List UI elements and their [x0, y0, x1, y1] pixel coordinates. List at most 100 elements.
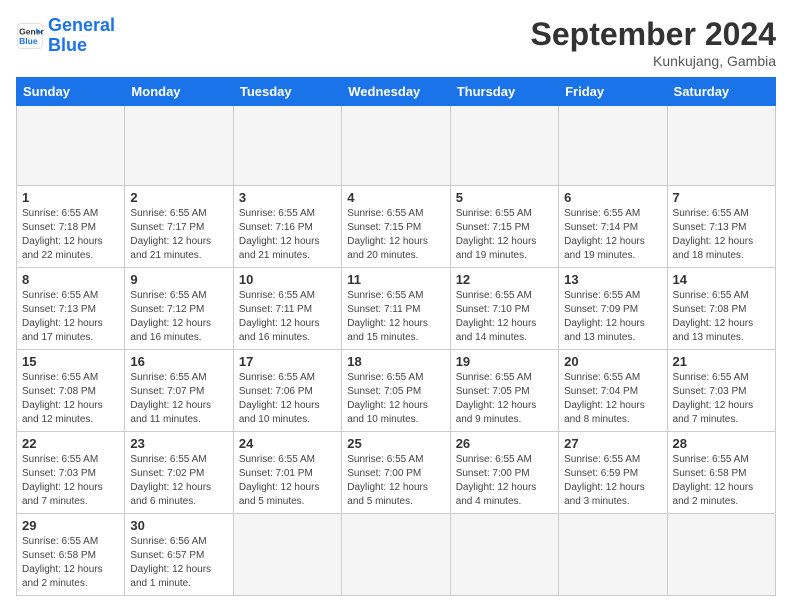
day-info: Sunrise: 6:55 AM Sunset: 7:03 PM Dayligh… — [673, 371, 770, 427]
day-cell: 12 Sunrise: 6:55 AM Sunset: 7:10 PM Dayli… — [450, 268, 558, 350]
week-row-0 — [17, 106, 776, 186]
page-header: General Blue GeneralBlue September 2024 … — [16, 16, 776, 69]
calendar-table: SundayMondayTuesdayWednesdayThursdayFrid… — [16, 77, 776, 596]
day-cell: 14Sunrise: 6:55 AM Sunset: 7:08 PM Dayli… — [667, 268, 775, 350]
weekday-header-thursday: Thursday — [450, 78, 558, 106]
day-cell — [450, 106, 558, 186]
day-number: 3 — [239, 190, 336, 205]
day-number: 10 — [239, 272, 336, 287]
day-cell — [125, 106, 233, 186]
day-info: Sunrise: 6:55 AM Sunset: 7:11 PM Dayligh… — [239, 289, 336, 345]
weekday-header-saturday: Saturday — [667, 78, 775, 106]
day-info: Sunrise: 6:55 AM Sunset: 7:00 PM Dayligh… — [347, 453, 444, 509]
day-cell — [342, 514, 450, 596]
day-cell — [450, 514, 558, 596]
day-number: 6 — [564, 190, 661, 205]
day-number: 20 — [564, 354, 661, 369]
day-number: 23 — [130, 436, 227, 451]
weekday-header-friday: Friday — [559, 78, 667, 106]
day-cell: 4Sunrise: 6:55 AM Sunset: 7:15 PM Daylig… — [342, 186, 450, 268]
weekday-header-row: SundayMondayTuesdayWednesdayThursdayFrid… — [17, 78, 776, 106]
day-number: 22 — [22, 436, 119, 451]
day-info: Sunrise: 6:55 AM Sunset: 7:15 PM Dayligh… — [347, 207, 444, 263]
day-cell: 22 Sunrise: 6:55 AM Sunset: 7:03 PM Dayli… — [17, 432, 125, 514]
day-number: 29 — [22, 518, 119, 533]
day-info: Sunrise: 6:55 AM Sunset: 7:05 PM Dayligh… — [347, 371, 444, 427]
day-cell: 3 Sunrise: 6:55 AM Sunset: 7:16 PM Daylig… — [233, 186, 341, 268]
day-number: 11 — [347, 272, 444, 287]
title-block: September 2024 Kunkujang, Gambia — [531, 16, 776, 69]
day-cell: 25Sunrise: 6:55 AM Sunset: 7:00 PM Dayli… — [342, 432, 450, 514]
day-cell: 23Sunrise: 6:55 AM Sunset: 7:02 PM Dayli… — [125, 432, 233, 514]
weekday-header-wednesday: Wednesday — [342, 78, 450, 106]
day-cell — [667, 514, 775, 596]
day-cell: 19 Sunrise: 6:55 AM Sunset: 7:05 PM Dayli… — [450, 350, 558, 432]
day-cell: 6 Sunrise: 6:55 AM Sunset: 7:14 PM Daylig… — [559, 186, 667, 268]
day-cell: 11 Sunrise: 6:55 AM Sunset: 7:11 PM Dayli… — [342, 268, 450, 350]
day-cell — [559, 514, 667, 596]
day-number: 24 — [239, 436, 336, 451]
day-cell: 26Sunrise: 6:55 AM Sunset: 7:00 PM Dayli… — [450, 432, 558, 514]
day-cell: 21 Sunrise: 6:55 AM Sunset: 7:03 PM Dayli… — [667, 350, 775, 432]
day-cell: 29 Sunrise: 6:55 AM Sunset: 6:58 PM Dayli… — [17, 514, 125, 596]
day-info: Sunrise: 6:55 AM Sunset: 6:59 PM Dayligh… — [564, 453, 661, 509]
day-info: Sunrise: 6:55 AM Sunset: 7:07 PM Dayligh… — [130, 371, 227, 427]
week-row-1: 1Sunrise: 6:55 AM Sunset: 7:18 PM Daylig… — [17, 186, 776, 268]
day-cell: 2 Sunrise: 6:55 AM Sunset: 7:17 PM Daylig… — [125, 186, 233, 268]
day-number: 27 — [564, 436, 661, 451]
weekday-header-monday: Monday — [125, 78, 233, 106]
day-info: Sunrise: 6:55 AM Sunset: 7:17 PM Dayligh… — [130, 207, 227, 263]
day-cell — [342, 106, 450, 186]
week-row-3: 15Sunrise: 6:55 AM Sunset: 7:08 PM Dayli… — [17, 350, 776, 432]
day-info: Sunrise: 6:55 AM Sunset: 7:09 PM Dayligh… — [564, 289, 661, 345]
day-number: 28 — [673, 436, 770, 451]
day-number: 30 — [130, 518, 227, 533]
day-info: Sunrise: 6:55 AM Sunset: 6:58 PM Dayligh… — [673, 453, 770, 509]
day-cell: 17 Sunrise: 6:55 AM Sunset: 7:06 PM Dayli… — [233, 350, 341, 432]
day-number: 9 — [130, 272, 227, 287]
day-info: Sunrise: 6:55 AM Sunset: 7:13 PM Dayligh… — [673, 207, 770, 263]
day-info: Sunrise: 6:55 AM Sunset: 7:04 PM Dayligh… — [564, 371, 661, 427]
day-info: Sunrise: 6:55 AM Sunset: 7:06 PM Dayligh… — [239, 371, 336, 427]
day-info: Sunrise: 6:55 AM Sunset: 7:11 PM Dayligh… — [347, 289, 444, 345]
day-info: Sunrise: 6:55 AM Sunset: 7:14 PM Dayligh… — [564, 207, 661, 263]
day-number: 7 — [673, 190, 770, 205]
day-cell — [559, 106, 667, 186]
day-cell: 20 Sunrise: 6:55 AM Sunset: 7:04 PM Dayli… — [559, 350, 667, 432]
day-number: 12 — [456, 272, 553, 287]
day-info: Sunrise: 6:55 AM Sunset: 7:01 PM Dayligh… — [239, 453, 336, 509]
day-number: 8 — [22, 272, 119, 287]
day-info: Sunrise: 6:55 AM Sunset: 7:16 PM Dayligh… — [239, 207, 336, 263]
day-info: Sunrise: 6:55 AM Sunset: 7:18 PM Dayligh… — [22, 207, 119, 263]
week-row-2: 8 Sunrise: 6:55 AM Sunset: 7:13 PM Daylig… — [17, 268, 776, 350]
day-number: 14 — [673, 272, 770, 287]
calendar-body: 1Sunrise: 6:55 AM Sunset: 7:18 PM Daylig… — [17, 106, 776, 596]
day-number: 16 — [130, 354, 227, 369]
day-cell: 24 Sunrise: 6:55 AM Sunset: 7:01 PM Dayli… — [233, 432, 341, 514]
day-info: Sunrise: 6:55 AM Sunset: 7:10 PM Dayligh… — [456, 289, 553, 345]
day-cell: 5 Sunrise: 6:55 AM Sunset: 7:15 PM Daylig… — [450, 186, 558, 268]
day-cell — [233, 514, 341, 596]
day-info: Sunrise: 6:55 AM Sunset: 6:58 PM Dayligh… — [22, 535, 119, 591]
weekday-header-tuesday: Tuesday — [233, 78, 341, 106]
day-info: Sunrise: 6:55 AM Sunset: 7:05 PM Dayligh… — [456, 371, 553, 427]
day-number: 19 — [456, 354, 553, 369]
week-row-5: 29 Sunrise: 6:55 AM Sunset: 6:58 PM Dayli… — [17, 514, 776, 596]
day-info: Sunrise: 6:55 AM Sunset: 7:13 PM Dayligh… — [22, 289, 119, 345]
day-number: 17 — [239, 354, 336, 369]
logo: General Blue GeneralBlue — [16, 16, 115, 56]
day-info: Sunrise: 6:55 AM Sunset: 7:15 PM Dayligh… — [456, 207, 553, 263]
day-info: Sunrise: 6:55 AM Sunset: 7:03 PM Dayligh… — [22, 453, 119, 509]
day-number: 5 — [456, 190, 553, 205]
day-info: Sunrise: 6:55 AM Sunset: 7:00 PM Dayligh… — [456, 453, 553, 509]
day-number: 21 — [673, 354, 770, 369]
day-cell: 10 Sunrise: 6:55 AM Sunset: 7:11 PM Dayli… — [233, 268, 341, 350]
day-number: 13 — [564, 272, 661, 287]
location-subtitle: Kunkujang, Gambia — [531, 53, 776, 69]
day-number: 2 — [130, 190, 227, 205]
weekday-header-sunday: Sunday — [17, 78, 125, 106]
day-cell: 28 Sunrise: 6:55 AM Sunset: 6:58 PM Dayli… — [667, 432, 775, 514]
day-cell: 18Sunrise: 6:55 AM Sunset: 7:05 PM Dayli… — [342, 350, 450, 432]
week-row-4: 22 Sunrise: 6:55 AM Sunset: 7:03 PM Dayli… — [17, 432, 776, 514]
day-number: 15 — [22, 354, 119, 369]
